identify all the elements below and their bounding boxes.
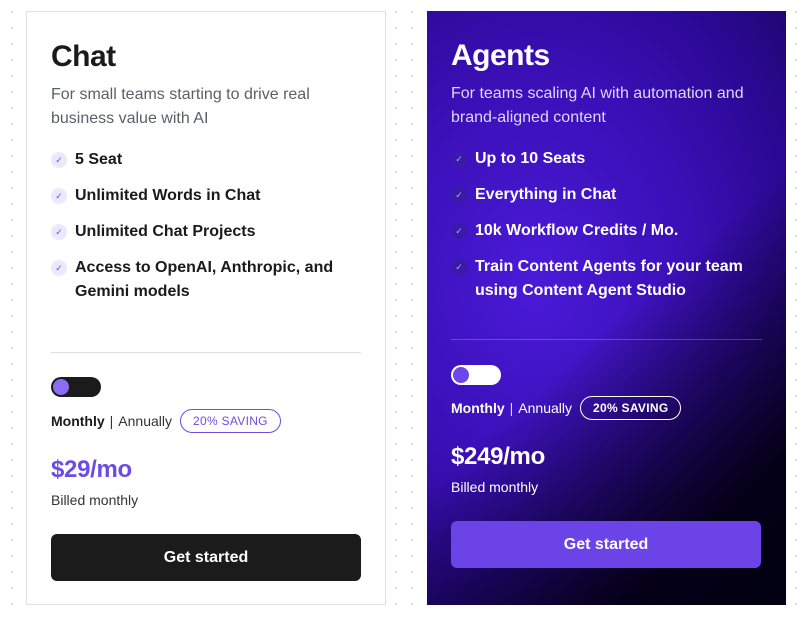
price: $249/mo xyxy=(451,443,545,470)
feature-item: ✓ Train Content Agents for your team usi… xyxy=(451,255,762,303)
feature-list: ✓ Up to 10 Seats ✓ Everything in Chat ✓ … xyxy=(451,147,762,303)
feature-label: Everything in Chat xyxy=(475,186,617,203)
toggle-knob xyxy=(453,367,469,383)
feature-label: Up to 10 Seats xyxy=(475,150,586,167)
get-started-button[interactable]: Get started xyxy=(451,521,761,568)
billing-monthly-label[interactable]: Monthly xyxy=(51,413,105,429)
billing-toggle[interactable] xyxy=(451,365,501,385)
billing-annually-label[interactable]: Annually xyxy=(518,400,572,416)
feature-item: ✓ Unlimited Chat Projects xyxy=(51,220,361,244)
check-icon: ✓ xyxy=(51,188,67,204)
saving-badge: 20% SAVING xyxy=(580,396,682,420)
billing-separator: | xyxy=(509,400,514,416)
check-icon: ✓ xyxy=(51,260,67,276)
billing-options: Monthly | Annually 20% SAVING xyxy=(451,396,682,420)
divider xyxy=(451,339,762,340)
feature-item: ✓ 5 Seat xyxy=(51,148,361,172)
billing-toggle[interactable] xyxy=(51,377,101,397)
billed-note: Billed monthly xyxy=(51,492,139,508)
plan-description: For small teams starting to drive real b… xyxy=(51,86,310,127)
plan-description: For teams scaling AI with automation and… xyxy=(451,85,744,126)
get-started-button[interactable]: Get started xyxy=(51,534,361,581)
toggle-knob xyxy=(53,379,69,395)
billing-options: Monthly | Annually 20% SAVING xyxy=(51,409,281,433)
feature-list: ✓ 5 Seat ✓ Unlimited Words in Chat ✓ Unl… xyxy=(51,148,361,304)
plan-title: Chat xyxy=(51,40,116,73)
divider xyxy=(51,352,361,353)
feature-item: ✓ 10k Workflow Credits / Mo. xyxy=(451,219,762,243)
feature-label: Unlimited Words in Chat xyxy=(75,187,261,204)
check-icon: ✓ xyxy=(451,259,467,275)
feature-item: ✓ Access to OpenAI, Anthropic, and Gemin… xyxy=(51,256,361,304)
saving-badge: 20% SAVING xyxy=(180,409,281,433)
feature-label: Unlimited Chat Projects xyxy=(75,223,256,240)
billing-separator: | xyxy=(109,413,114,429)
feature-label: 10k Workflow Credits / Mo. xyxy=(475,222,679,239)
check-icon: ✓ xyxy=(451,151,467,167)
plan-title: Agents xyxy=(451,39,550,72)
billing-annually-label[interactable]: Annually xyxy=(118,413,172,429)
check-icon: ✓ xyxy=(451,187,467,203)
price: $29/mo xyxy=(51,456,132,483)
billed-note: Billed monthly xyxy=(451,479,539,495)
feature-label: Access to OpenAI, Anthropic, and Gemini … xyxy=(75,259,334,300)
check-icon: ✓ xyxy=(51,224,67,240)
check-icon: ✓ xyxy=(51,152,67,168)
feature-item: ✓ Everything in Chat xyxy=(451,183,762,207)
billing-monthly-label[interactable]: Monthly xyxy=(451,400,505,416)
plan-card-agents: Agents For teams scaling AI with automat… xyxy=(427,11,786,605)
check-icon: ✓ xyxy=(451,223,467,239)
feature-item: ✓ Unlimited Words in Chat xyxy=(51,184,361,208)
feature-label: Train Content Agents for your team using… xyxy=(475,258,743,299)
feature-item: ✓ Up to 10 Seats xyxy=(451,147,762,171)
feature-label: 5 Seat xyxy=(75,151,123,168)
plan-card-chat: Chat For small teams starting to drive r… xyxy=(26,11,386,605)
